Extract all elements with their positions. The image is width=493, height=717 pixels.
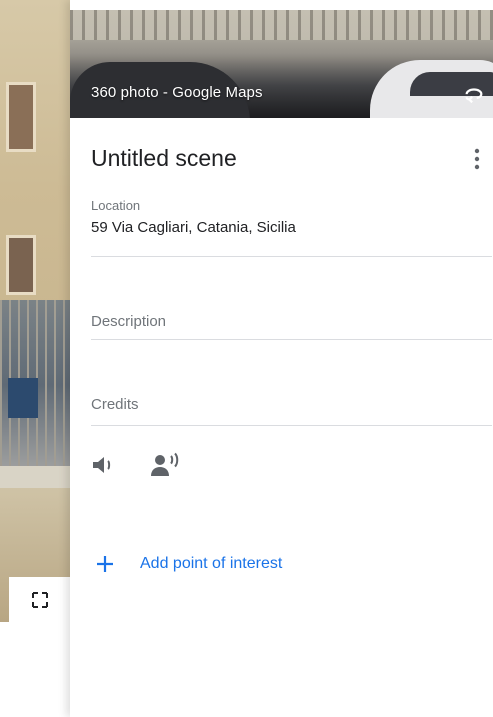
- add-point-of-interest-label: Add point of interest: [140, 555, 283, 572]
- credits-placeholder[interactable]: Credits: [91, 396, 492, 413]
- building-ledge: [0, 466, 70, 488]
- building-window: [6, 235, 36, 295]
- plus-icon: [97, 556, 113, 572]
- narration-icon: [151, 452, 179, 476]
- location-field[interactable]: Location 59 Via Cagliari, Catania, Sicil…: [91, 198, 492, 257]
- photo-fence: [70, 10, 493, 40]
- background-street-view-photo[interactable]: [0, 0, 70, 622]
- building-window: [6, 82, 36, 152]
- blue-shutter: [8, 378, 38, 418]
- photo-title: 360 photo - Google Maps: [91, 84, 263, 101]
- scene-title[interactable]: Untitled scene: [91, 145, 237, 172]
- location-divider: [91, 256, 492, 257]
- description-field[interactable]: Description: [91, 313, 492, 340]
- sound-icon: [93, 457, 111, 473]
- header-photo[interactable]: 360 photo - Google Maps: [70, 10, 493, 118]
- scene-editor-panel: 360 photo - Google Maps Untitled scene L…: [70, 0, 493, 717]
- add-point-of-interest-button[interactable]: Add point of interest: [94, 549, 282, 579]
- description-divider: [91, 339, 492, 340]
- credits-divider: [91, 425, 492, 426]
- background-audio-button[interactable]: [91, 452, 119, 478]
- description-placeholder[interactable]: Description: [91, 313, 492, 330]
- credits-field[interactable]: Credits: [91, 396, 492, 426]
- narration-audio-button[interactable]: [150, 452, 182, 478]
- fullscreen-icon: [31, 591, 48, 608]
- fullscreen-button[interactable]: [9, 577, 70, 622]
- rotate-360-icon[interactable]: [463, 84, 485, 106]
- location-label: Location: [91, 198, 141, 213]
- more-options-icon[interactable]: [473, 146, 481, 172]
- location-value[interactable]: 59 Via Cagliari, Catania, Sicilia: [91, 219, 492, 236]
